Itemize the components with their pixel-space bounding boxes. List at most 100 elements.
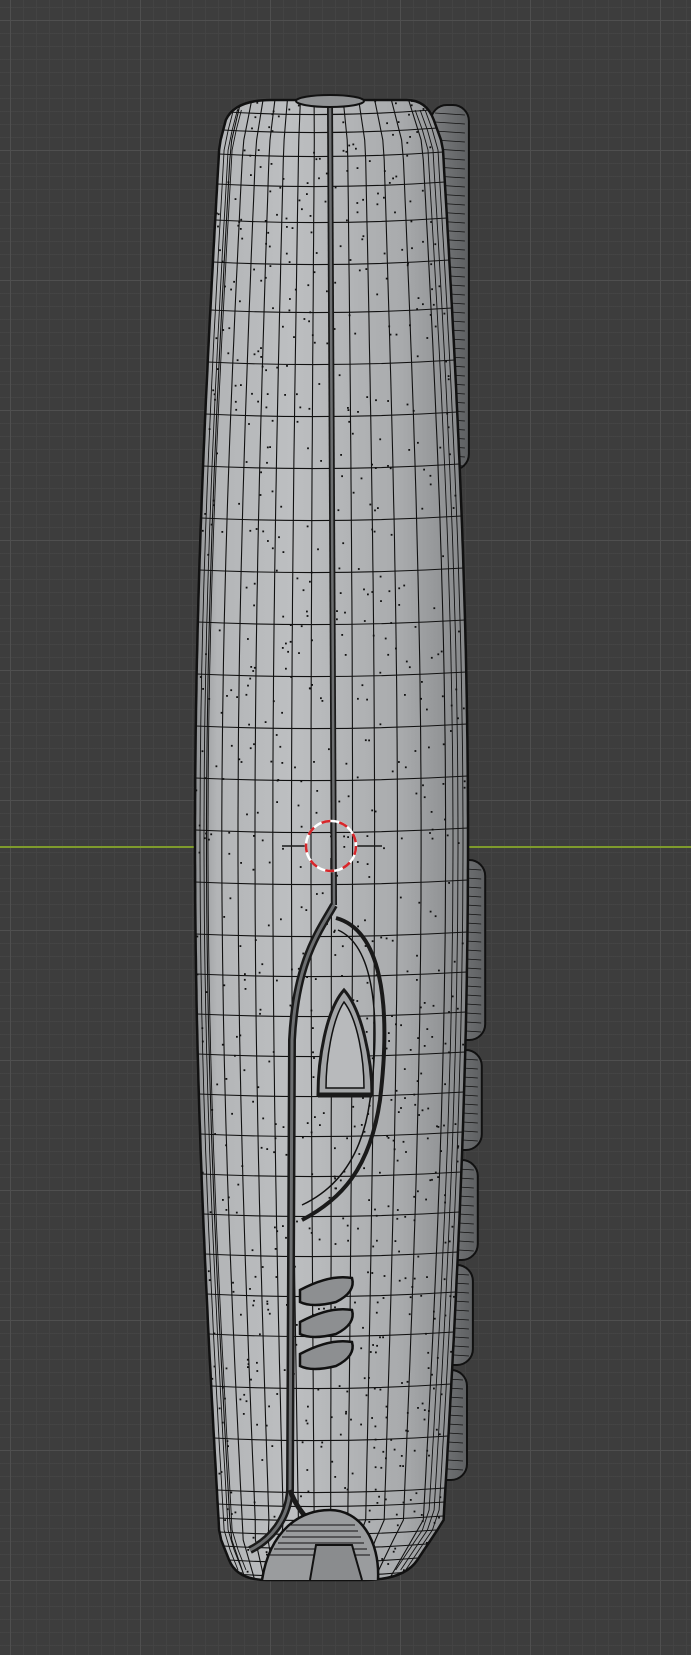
vertex-dot <box>368 739 370 742</box>
vertex-dot <box>349 259 352 261</box>
vertex-dot <box>262 530 265 533</box>
vertex-dot <box>221 1043 224 1046</box>
vertex-dot <box>379 671 382 674</box>
vertex-dot <box>440 1150 442 1152</box>
vertex-dot <box>376 293 379 296</box>
vertex-dot <box>362 1326 364 1329</box>
vertex-dot <box>352 1105 355 1108</box>
vertex-dot <box>444 1201 446 1204</box>
vertex-dot <box>259 1012 261 1015</box>
vertex-dot <box>266 1303 269 1305</box>
vertex-dot <box>195 789 198 792</box>
vertex-dot <box>237 1183 240 1186</box>
vertex-dot <box>358 1153 361 1155</box>
vertex-dot <box>240 218 243 221</box>
vertex-dot <box>348 314 351 317</box>
vertex-dot <box>266 393 269 395</box>
3d-viewport[interactable] <box>0 0 691 1655</box>
vertex-dot <box>260 347 262 349</box>
vertex-dot <box>375 1351 377 1354</box>
vertex-dot <box>259 166 262 168</box>
vertex-dot <box>417 1407 419 1409</box>
vertex-dot <box>345 762 348 765</box>
vertex-dot <box>357 697 359 700</box>
vertex-dot <box>205 832 207 835</box>
vertex-dot <box>256 1370 259 1372</box>
vertex-dot <box>315 158 318 161</box>
vertex-dot <box>358 269 361 272</box>
vertex-dot <box>285 217 288 220</box>
vertex-dot <box>433 1521 436 1524</box>
vertex-dot <box>356 211 359 214</box>
vertex-dot <box>369 503 372 506</box>
vertex-dot <box>346 170 349 172</box>
vertex-dot <box>204 777 207 780</box>
vertex-dot <box>256 811 259 814</box>
vertex-dot <box>299 406 302 409</box>
vertex-dot <box>318 177 320 180</box>
vertex-dot <box>396 1524 399 1527</box>
vertex-dot <box>414 626 417 628</box>
vertex-dot <box>431 1178 433 1181</box>
vertex-dot <box>309 687 311 690</box>
vertex-dot <box>265 1551 268 1553</box>
vertex-dot <box>346 1488 349 1491</box>
vertex-dot <box>374 810 377 813</box>
vertex-dot <box>201 529 204 532</box>
vertex-dot <box>371 1417 373 1419</box>
vertex-dot <box>368 1509 371 1512</box>
vertex-dot <box>405 660 408 663</box>
vertex-dot <box>267 924 270 927</box>
vertex-dot <box>310 1232 313 1234</box>
vertex-dot <box>261 1266 264 1268</box>
phone-side-mesh[interactable] <box>0 0 691 1655</box>
vertex-dot <box>239 945 242 947</box>
vertex-dot <box>347 836 349 838</box>
vertex-dot <box>282 615 285 618</box>
vertex-dot <box>285 1153 288 1156</box>
vertex-dot <box>268 861 271 864</box>
vertex-dot <box>315 811 318 814</box>
vertex-dot <box>334 281 337 284</box>
vertex-dot <box>224 1397 226 1400</box>
vertex-dot <box>314 978 317 980</box>
vertex-dot <box>356 1000 359 1002</box>
vertex-dot <box>227 1196 230 1199</box>
vertex-dot <box>306 610 308 613</box>
vertex-dot <box>406 264 409 267</box>
vertex-dot <box>354 332 357 335</box>
vertex-dot <box>262 1117 265 1120</box>
vertex-dot <box>227 1445 229 1448</box>
vertex-dot <box>398 761 400 763</box>
vertex-dot <box>440 650 443 653</box>
vertex-dot <box>295 1324 298 1326</box>
vertex-dot <box>360 1423 362 1426</box>
vertex-dot <box>250 1378 252 1381</box>
vertex-dot <box>245 1400 248 1403</box>
vertex-dot <box>338 800 341 803</box>
vertex-dot <box>209 1211 212 1214</box>
vertex-dot <box>429 474 432 477</box>
vertex-dot <box>201 1040 204 1043</box>
vertex-dot <box>378 1495 380 1498</box>
vertex-dot <box>352 143 355 146</box>
vertex-dot <box>423 1045 426 1047</box>
vertex-dot <box>374 509 376 512</box>
vertex-dot <box>305 1419 308 1422</box>
vertex-dot <box>376 1344 378 1347</box>
vertex-dot <box>446 412 449 415</box>
vertex-dot <box>301 208 303 211</box>
vertex-dot <box>218 1407 221 1410</box>
vertex-dot <box>220 711 223 714</box>
vertex-dot <box>446 834 449 837</box>
vertex-dot <box>451 995 454 998</box>
vertex-dot <box>264 276 267 279</box>
vertex-dot <box>252 868 255 871</box>
vertex-dot <box>430 221 432 223</box>
vertex-dot <box>280 505 283 508</box>
vertex-dot <box>374 1425 377 1428</box>
vertex-dot <box>426 1137 429 1140</box>
vertex-dot <box>213 393 216 396</box>
vertex-dot <box>342 149 345 152</box>
vertex-dot <box>348 420 351 423</box>
